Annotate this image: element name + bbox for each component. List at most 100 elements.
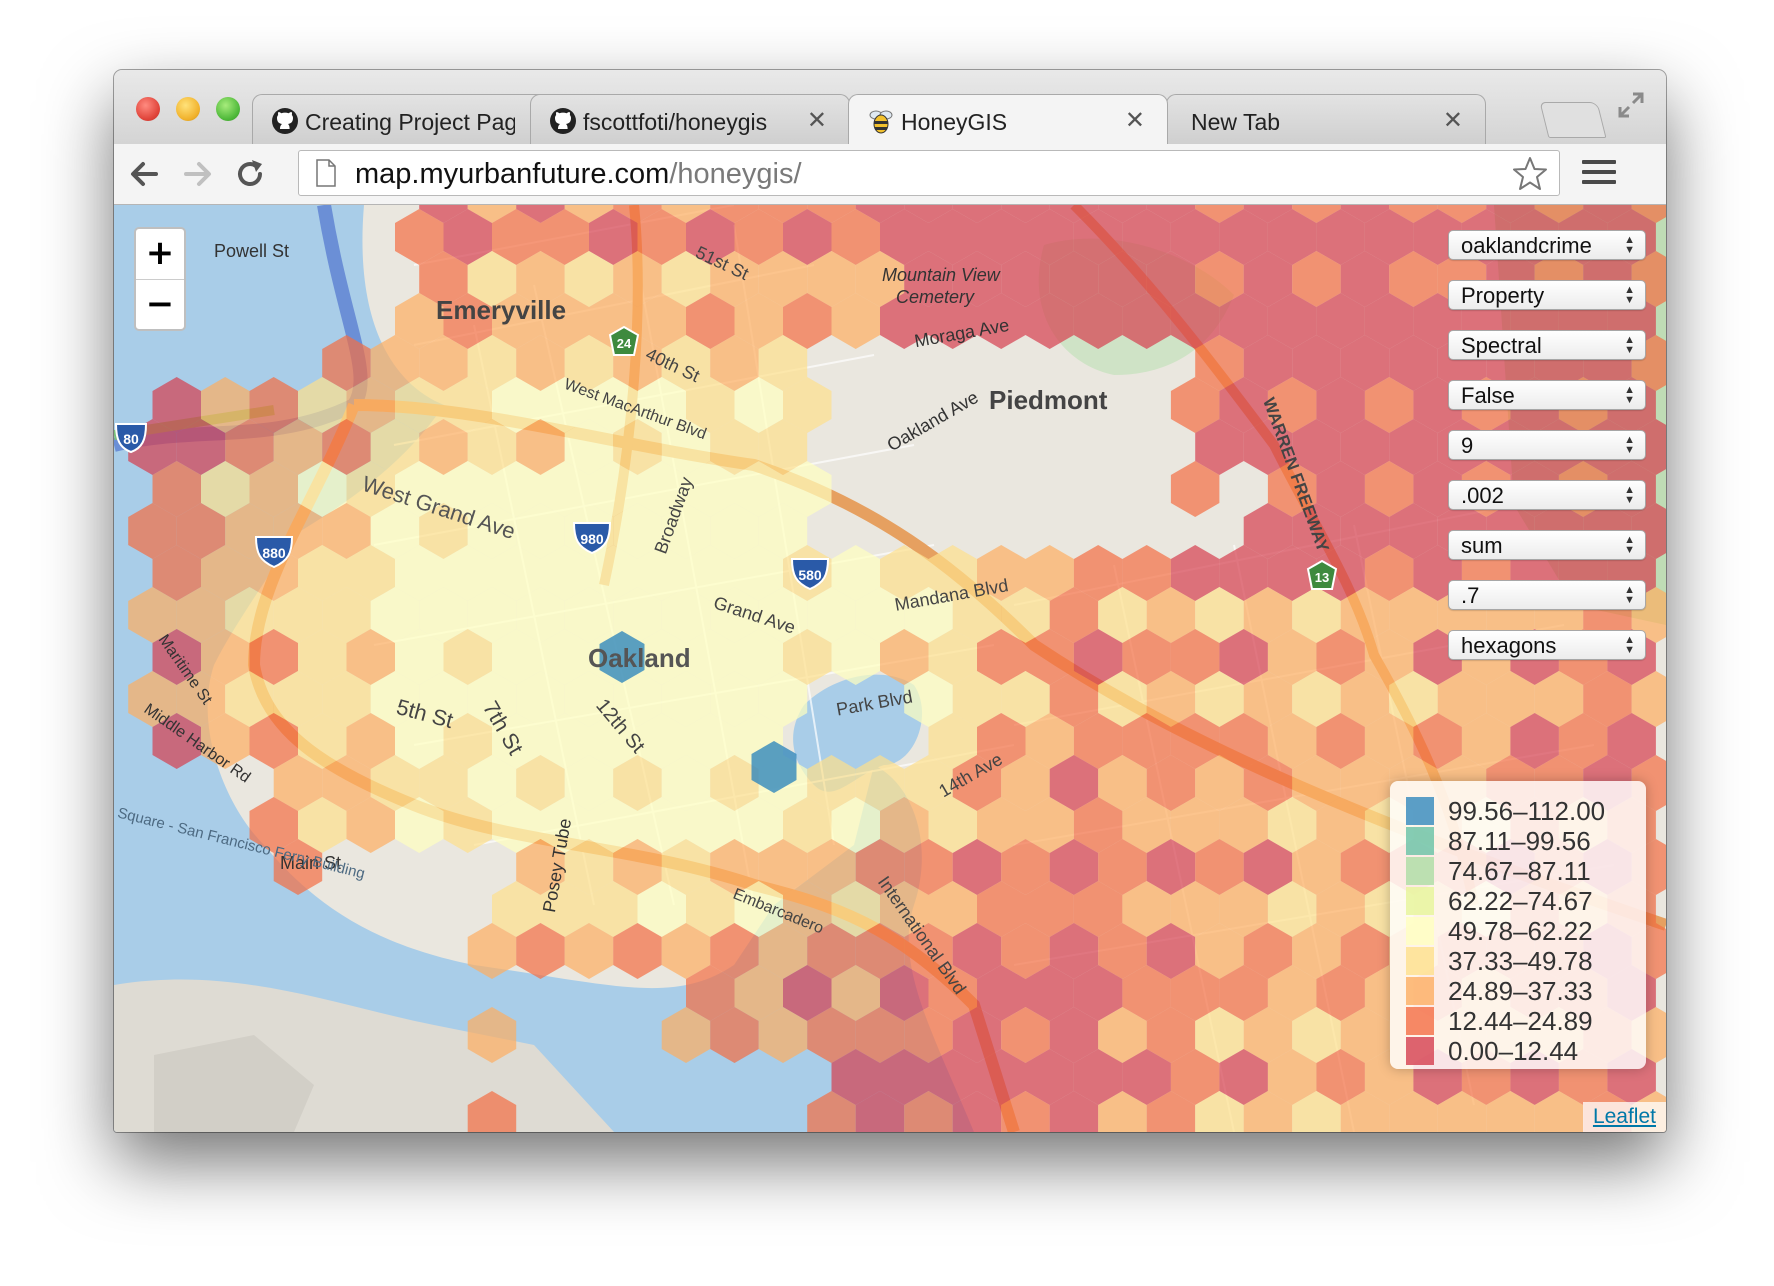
attribution: Leaflet bbox=[1582, 1102, 1666, 1132]
url-path: /honeygis/ bbox=[669, 158, 802, 190]
select-value: Property bbox=[1461, 283, 1545, 308]
legend-label: 87.11–99.56 bbox=[1448, 826, 1591, 856]
legend-label: 37.33–49.78 bbox=[1448, 946, 1593, 976]
legend-label: 49.78–62.22 bbox=[1448, 916, 1593, 946]
map-view[interactable]: Emeryville Piedmont Oakland Mountain Vie… bbox=[114, 205, 1666, 1132]
svg-text:24: 24 bbox=[617, 336, 632, 351]
browser-toolbar: map.myurbanfuture.com/honeygis/ bbox=[114, 144, 1666, 205]
legend-label: 62.22–74.67 bbox=[1448, 886, 1593, 916]
legend-label: 0.00–12.44 bbox=[1448, 1036, 1579, 1066]
legend-label: 74.67–87.11 bbox=[1448, 856, 1591, 886]
label-emeryville: Emeryville bbox=[436, 295, 567, 325]
interstate-980-shield-icon: 980 bbox=[572, 522, 612, 555]
tab-creating-project-pages[interactable]: Creating Project Pag ✕ bbox=[252, 94, 572, 144]
interstate-580-shield-icon: 580 bbox=[790, 558, 830, 591]
zoom-in-button[interactable]: + bbox=[136, 229, 184, 280]
updown-arrows-icon: ▲ ▼ bbox=[1624, 384, 1635, 406]
svg-text:13: 13 bbox=[1315, 570, 1329, 585]
menu-icon[interactable] bbox=[1582, 160, 1616, 190]
legend-label: 12.44–24.89 bbox=[1448, 1006, 1593, 1036]
tab-title: Creating Project Pag bbox=[305, 109, 515, 135]
tab-close-icon[interactable]: ✕ bbox=[1125, 106, 1145, 136]
tab-honeygis-repo[interactable]: fscottfoti/honeygis ✕ bbox=[530, 94, 850, 144]
label-piedmont: Piedmont bbox=[989, 385, 1108, 415]
updown-arrows-icon: ▲ ▼ bbox=[1624, 284, 1635, 306]
zoom-control: + − bbox=[134, 227, 186, 331]
updown-arrows-icon: ▲ ▼ bbox=[1624, 484, 1635, 506]
option-controls: oaklandcrime ▲ ▼ Property ▲ ▼ Spectral ▲ ▼ False ▲… bbox=[1448, 230, 1646, 680]
legend-swatch bbox=[1406, 857, 1434, 885]
legend-swatch bbox=[1406, 1007, 1434, 1035]
legend-label: 24.89–37.33 bbox=[1448, 976, 1593, 1006]
window-zoom-button[interactable] bbox=[216, 97, 240, 121]
select-value: hexagons bbox=[1461, 633, 1557, 658]
select-value: .002 bbox=[1461, 483, 1504, 508]
window-close-button[interactable] bbox=[136, 97, 160, 121]
select-value: False bbox=[1461, 383, 1515, 408]
category-select[interactable]: Property ▲ ▼ bbox=[1448, 280, 1646, 310]
select-value: sum bbox=[1461, 533, 1503, 558]
legend: 99.56–112.00 87.11–99.56 74.67–87.11 62.22–… bbox=[1390, 781, 1646, 1069]
label-powell-st: Powell St bbox=[214, 241, 290, 261]
github-icon bbox=[272, 108, 298, 134]
reload-icon[interactable] bbox=[232, 156, 268, 192]
route-13-shield-icon: 13 bbox=[1306, 559, 1338, 590]
select-value: .7 bbox=[1461, 583, 1480, 608]
fullscreen-icon[interactable] bbox=[1616, 90, 1646, 120]
bookmark-star-icon[interactable] bbox=[1511, 155, 1549, 193]
label-cemetery: Cemetery bbox=[896, 287, 975, 307]
route-24-shield-icon: 24 bbox=[608, 325, 640, 356]
opacity-select[interactable]: .7 ▲ ▼ bbox=[1448, 580, 1646, 610]
forward-arrow-icon[interactable] bbox=[180, 156, 216, 192]
url-text[interactable]: map.myurbanfuture.com/honeygis/ bbox=[355, 157, 802, 191]
bee-icon bbox=[869, 110, 893, 134]
shape-select[interactable]: hexagons ▲ ▼ bbox=[1448, 630, 1646, 660]
select-value: Spectral bbox=[1461, 333, 1542, 358]
colorscheme-select[interactable]: Spectral ▲ ▼ bbox=[1448, 330, 1646, 360]
cellsize-select[interactable]: .002 ▲ ▼ bbox=[1448, 480, 1646, 510]
dataset-select[interactable]: oaklandcrime ▲ ▼ bbox=[1448, 230, 1646, 260]
browser-window: Creating Project Pag ✕ fscottfoti/honeyg… bbox=[114, 70, 1666, 1132]
tab-title: New Tab bbox=[1191, 109, 1281, 135]
updown-arrows-icon: ▲ ▼ bbox=[1624, 534, 1635, 556]
svg-text:80: 80 bbox=[123, 431, 139, 447]
select-value: oaklandcrime bbox=[1461, 233, 1592, 258]
legend-swatch bbox=[1406, 917, 1434, 945]
legend-swatch bbox=[1406, 827, 1434, 855]
tab-honeygis[interactable]: HoneyGIS ✕ bbox=[848, 94, 1168, 144]
tab-close-icon[interactable]: ✕ bbox=[1443, 106, 1463, 136]
zoom-out-button[interactable]: − bbox=[136, 280, 184, 330]
aggregation-select[interactable]: sum ▲ ▼ bbox=[1448, 530, 1646, 560]
svg-text:580: 580 bbox=[798, 567, 822, 583]
tab-new-tab[interactable]: New Tab ✕ bbox=[1166, 94, 1486, 144]
updown-arrows-icon: ▲ ▼ bbox=[1624, 584, 1635, 606]
tab-strip: Creating Project Pag ✕ fscottfoti/honeyg… bbox=[114, 70, 1666, 144]
svg-text:880: 880 bbox=[262, 545, 286, 561]
address-bar[interactable]: map.myurbanfuture.com/honeygis/ bbox=[298, 150, 1560, 196]
legend-swatch bbox=[1406, 887, 1434, 915]
svg-text:980: 980 bbox=[580, 531, 604, 547]
legend-swatch bbox=[1406, 1037, 1434, 1065]
url-host: map.myurbanfuture.com bbox=[355, 158, 670, 190]
window-minimize-button[interactable] bbox=[176, 97, 200, 121]
updown-arrows-icon: ▲ ▼ bbox=[1624, 234, 1635, 256]
interstate-80-shield-icon: 80 bbox=[114, 423, 148, 454]
legend-label: 99.56–112.00 bbox=[1448, 796, 1606, 826]
label-mountain-view: Mountain View bbox=[882, 265, 1000, 285]
reverse-select[interactable]: False ▲ ▼ bbox=[1448, 380, 1646, 410]
updown-arrows-icon: ▲ ▼ bbox=[1624, 334, 1635, 356]
legend-swatch bbox=[1406, 977, 1434, 1005]
tab-title: fscottfoti/honeygis bbox=[583, 109, 768, 135]
legend-swatch bbox=[1406, 947, 1434, 975]
github-icon bbox=[550, 108, 576, 134]
interstate-880-shield-icon: 880 bbox=[254, 536, 294, 569]
tab-title: HoneyGIS bbox=[901, 109, 1008, 135]
classes-select[interactable]: 9 ▲ ▼ bbox=[1448, 430, 1646, 460]
label-oakland: Oakland bbox=[588, 643, 691, 673]
leaflet-link[interactable]: Leaflet bbox=[1593, 1105, 1656, 1128]
new-tab-button[interactable] bbox=[1539, 102, 1607, 138]
updown-arrows-icon: ▲ ▼ bbox=[1624, 634, 1635, 656]
updown-arrows-icon: ▲ ▼ bbox=[1624, 434, 1635, 456]
back-arrow-icon[interactable] bbox=[126, 156, 162, 192]
tab-close-icon[interactable]: ✕ bbox=[807, 106, 827, 136]
